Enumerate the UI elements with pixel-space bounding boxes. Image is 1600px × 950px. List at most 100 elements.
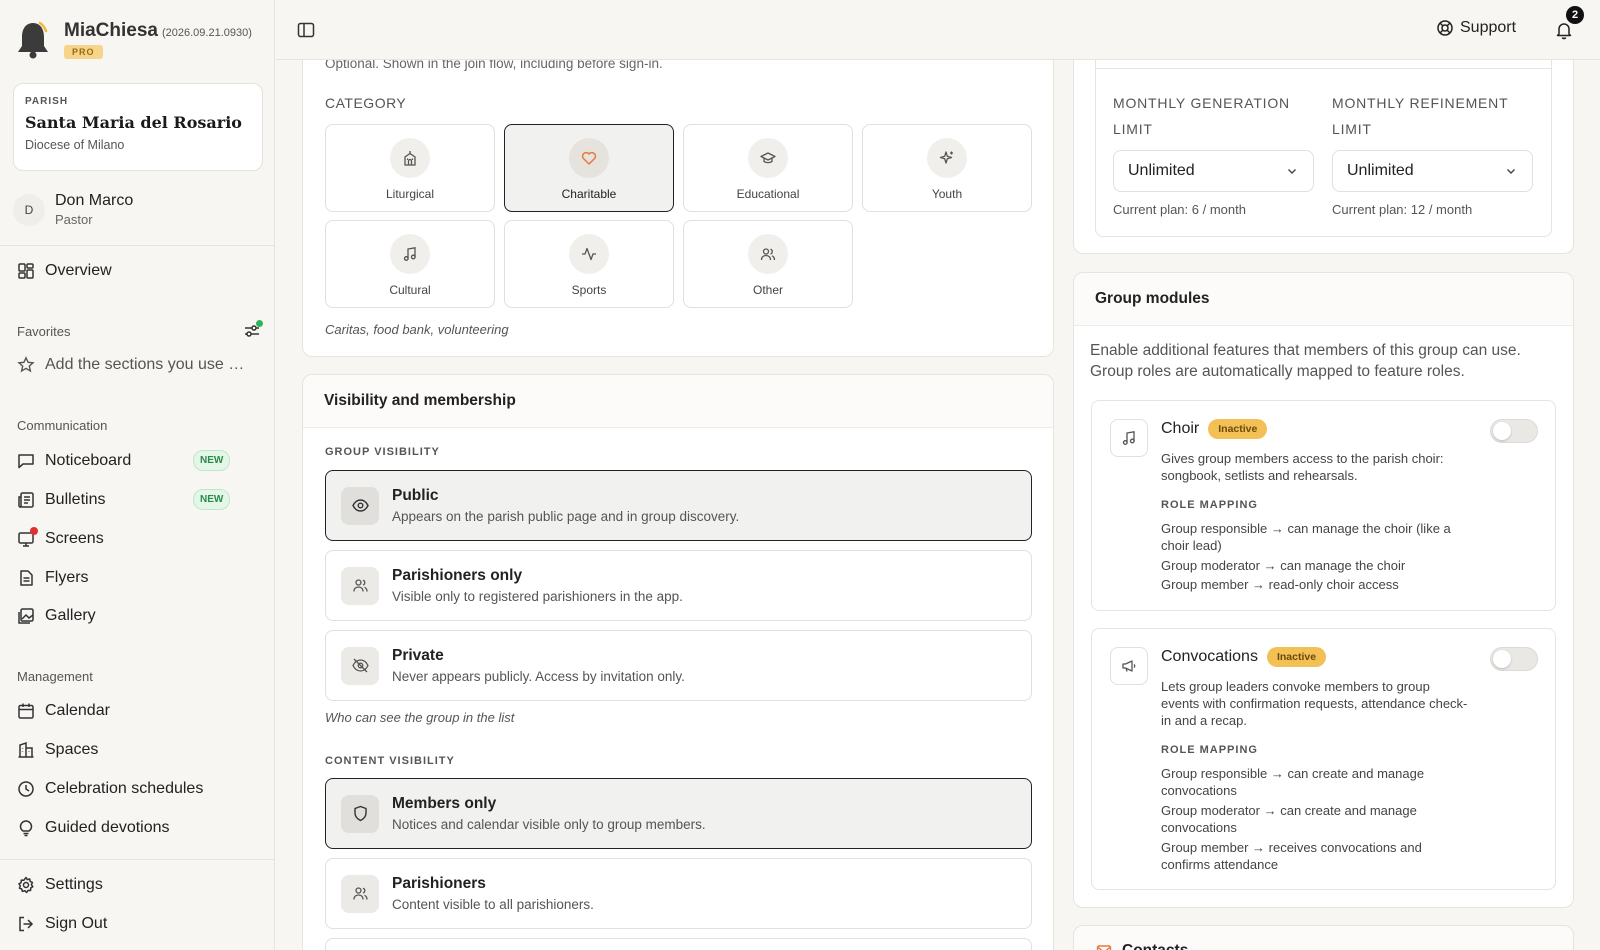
refinement-limit-select[interactable]: Unlimited (1332, 150, 1533, 192)
lifebuoy-icon (1437, 20, 1453, 36)
star-icon (17, 356, 35, 373)
role-mapping-line: Group member → read-only choir access (1161, 577, 1399, 592)
sidebar-item-celebration-schedules[interactable]: Celebration schedules (17, 777, 203, 801)
category-label: Other (752, 283, 783, 297)
shield-icon (341, 794, 379, 833)
module-convocations: Convocations Inactive Lets group leaders… (1091, 628, 1556, 890)
new-badge: NEW (193, 450, 231, 471)
parish-card[interactable]: PARISH Santa Maria del Rosario Diocese o… (13, 83, 263, 171)
option-description: Content visible to all parishioners. (392, 897, 594, 912)
refinement-plan-note: Current plan: 12 / month (1332, 202, 1473, 217)
sidebar-item-label: Screens (45, 530, 104, 547)
newspaper-icon (17, 491, 35, 509)
users-icon (341, 566, 379, 605)
visibility-option-public[interactable]: Public Appears on the parish public page … (325, 470, 1032, 541)
alert-dot (30, 527, 38, 535)
church-icon (390, 138, 430, 178)
content-option-members-only[interactable]: Members only Notices and calendar visible… (325, 778, 1032, 849)
sidebar-item-spaces[interactable]: Spaces (17, 738, 98, 762)
sidebar-item-guided-devotions[interactable]: Guided devotions (17, 816, 170, 840)
user-name: Don Marco (55, 192, 134, 209)
user-profile[interactable]: D Don Marco Pastor (13, 192, 133, 227)
convocations-toggle[interactable] (1490, 647, 1538, 671)
calendar-icon (17, 702, 35, 720)
option-description: Never appears publicly. Access by invita… (392, 669, 685, 684)
generation-plan-note: Current plan: 6 / month (1113, 202, 1246, 217)
log-out-icon (17, 915, 35, 933)
favorites-add-item[interactable]: Add the sections you use most (17, 356, 257, 374)
users-icon (341, 874, 379, 913)
status-dot (256, 320, 263, 327)
building-icon (17, 741, 35, 759)
category-label: Educational (736, 187, 800, 201)
module-description: Lets group leaders convoke members to gr… (1161, 679, 1468, 728)
eye-off-icon (341, 646, 379, 685)
content-option-parishioners[interactable]: Parishioners Content visible to all paris… (325, 858, 1032, 929)
sidebar-item-gallery[interactable]: Gallery (17, 604, 96, 628)
choir-toggle[interactable] (1490, 419, 1538, 443)
support-button[interactable]: Support (1436, 19, 1516, 37)
option-description: Appears on the parish public page and in… (392, 509, 740, 524)
visibility-option-parishioners-only[interactable]: Parishioners only Visible only to registe… (325, 550, 1032, 621)
visibility-option-private[interactable]: Private Never appears publicly. Access by… (325, 630, 1032, 701)
brand-name: MiaChiesa (64, 20, 158, 41)
activity-icon (569, 234, 609, 274)
category-tile-sports[interactable]: Sports (504, 220, 674, 308)
sidebar-item-flyers[interactable]: Flyers (17, 566, 89, 590)
avatar: D (13, 193, 45, 226)
chevron-down-icon (1507, 169, 1515, 174)
clock-icon (17, 780, 35, 798)
music-note-icon (1110, 419, 1148, 457)
status-badge: Inactive (1266, 647, 1327, 667)
new-badge: NEW (193, 489, 231, 510)
sidebar-item-settings[interactable]: Settings (17, 873, 103, 897)
option-title: Parishioners only (392, 567, 523, 584)
graduation-cap-icon (748, 138, 788, 178)
category-tile-educational[interactable]: Educational (683, 124, 853, 212)
sidebar-item-overview[interactable]: Overview (17, 259, 112, 283)
content-option-next[interactable] (325, 938, 1032, 950)
role-mapping-line: Group moderator → can manage the choir (1161, 558, 1406, 573)
group-modules-title: Group modules (1074, 273, 1573, 326)
role-mapping-line: Group moderator → can create and manage … (1161, 803, 1417, 835)
favorites-settings-icon[interactable] (243, 320, 263, 340)
visibility-title: Visibility and membership (303, 375, 1053, 428)
contacts-header[interactable]: Contacts (1096, 942, 1188, 950)
sidebar-item-bulletins[interactable]: Bulletins (17, 488, 105, 512)
mail-icon (1096, 945, 1112, 950)
sidebar-item-label: Overview (45, 262, 112, 279)
category-tile-charitable[interactable]: Charitable (504, 124, 674, 212)
modules-intro: Enable additional features that members … (1090, 342, 1521, 380)
sidebar-item-calendar[interactable]: Calendar (17, 699, 110, 723)
category-tile-other[interactable]: Other (683, 220, 853, 308)
category-heading: CATEGORY (325, 95, 407, 111)
sidebar-item-sign-out[interactable]: Sign Out (17, 912, 107, 936)
category-label: Sports (571, 283, 607, 297)
brand[interactable]: MiaChiesa (2026.09.21.0930) PRO (16, 20, 252, 60)
divider (0, 245, 275, 246)
megaphone-icon (1110, 647, 1148, 685)
role-mapping-heading: ROLE MAPPING (1161, 499, 1258, 511)
sidebar-item-label: Gallery (45, 607, 96, 624)
sidebar-item-label: Spaces (45, 741, 99, 758)
category-tile-liturgical[interactable]: Liturgical (325, 124, 495, 212)
generation-limit-select[interactable]: Unlimited (1113, 150, 1314, 192)
communication-heading: Communication (17, 418, 108, 433)
refinement-limit-label: MONTHLY REFINEMENT LIMIT (1332, 95, 1509, 137)
dashboard-icon (17, 262, 35, 280)
contacts-card: Contacts (1073, 925, 1574, 950)
select-value: Unlimited (1128, 162, 1195, 179)
parish-name: Santa Maria del Rosario (25, 113, 242, 132)
category-tile-cultural[interactable]: Cultural (325, 220, 495, 308)
lightbulb-icon (17, 819, 35, 837)
image-gallery-icon (17, 607, 35, 625)
sidebar-item-screens[interactable]: Screens (17, 527, 104, 551)
option-title: Public (392, 487, 439, 504)
category-label: Cultural (389, 283, 431, 297)
sidebar-toggle-icon[interactable] (297, 21, 315, 39)
status-badge: Inactive (1208, 419, 1268, 439)
sidebar-item-label: Sign Out (45, 915, 108, 932)
sidebar-item-noticeboard[interactable]: Noticeboard (17, 449, 131, 473)
management-heading: Management (17, 669, 93, 684)
category-tile-youth[interactable]: Youth (862, 124, 1032, 212)
